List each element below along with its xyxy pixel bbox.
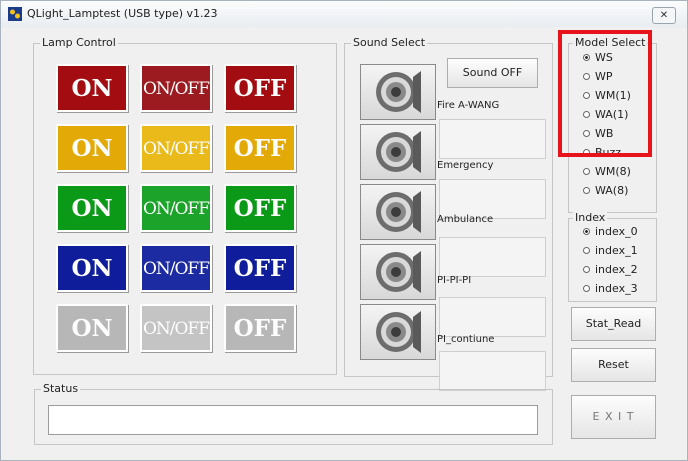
status-label: Status xyxy=(41,382,81,395)
model-radio[interactable]: WM(8) xyxy=(583,165,631,179)
stat-read-button[interactable]: Stat_Read xyxy=(571,307,656,341)
sound-slot xyxy=(439,237,546,277)
speaker-icon[interactable] xyxy=(360,64,436,120)
lamp-yellow-onoff-button[interactable]: ON/OFF xyxy=(140,124,212,172)
radio-circle-icon[interactable] xyxy=(583,186,590,194)
lamp-white-onoff-button[interactable]: ON/OFF xyxy=(140,304,212,352)
speaker-icon[interactable] xyxy=(360,184,436,240)
index-option-label: index_0 xyxy=(595,225,638,238)
index-radio[interactable]: index_0 xyxy=(583,225,638,239)
speaker-icon[interactable] xyxy=(360,304,436,360)
lamp-blue-onoff-button[interactable]: ON/OFF xyxy=(140,244,212,292)
status-field[interactable] xyxy=(48,405,538,435)
lamp-white-on-button[interactable]: ON xyxy=(56,304,128,352)
radio-circle-icon[interactable] xyxy=(583,167,590,175)
sound-slot xyxy=(439,179,546,219)
lamp-blue-on-button[interactable]: ON xyxy=(56,244,128,292)
lamp-green-on-button[interactable]: ON xyxy=(56,184,128,232)
lamp-yellow-off-button[interactable]: OFF xyxy=(224,124,296,172)
lamp-blue-off-button[interactable]: OFF xyxy=(224,244,296,292)
radio-circle-icon[interactable] xyxy=(583,246,590,254)
lamp-red-off-button[interactable]: OFF xyxy=(224,64,296,112)
lamp-control-label: Lamp Control xyxy=(40,36,118,49)
radio-circle-icon[interactable] xyxy=(583,265,590,273)
sound-select-label: Sound Select xyxy=(351,36,428,49)
sound-off-button[interactable]: Sound OFF xyxy=(447,58,538,88)
sound-label: PI_contiune xyxy=(437,334,495,345)
window-title: QLight_Lamptest (USB type) v1.23 xyxy=(27,7,218,20)
model-option-label: WM(8) xyxy=(595,165,631,178)
sound-slot xyxy=(439,119,546,159)
lamp-yellow-on-button[interactable]: ON xyxy=(56,124,128,172)
speaker-icon[interactable] xyxy=(360,244,436,300)
app-window: QLight_Lamptest (USB type) v1.23 ✕ Lamp … xyxy=(0,0,688,461)
lamp-white-off-button[interactable]: OFF xyxy=(224,304,296,352)
sound-label: Fire A-WANG xyxy=(437,100,500,111)
close-button[interactable]: ✕ xyxy=(652,7,676,24)
model-select-highlight-box xyxy=(558,30,652,157)
index-radio[interactable]: index_1 xyxy=(583,244,638,258)
index-option-label: index_2 xyxy=(595,263,638,276)
lamp-green-off-button[interactable]: OFF xyxy=(224,184,296,232)
title-bar: QLight_Lamptest (USB type) v1.23 ✕ xyxy=(1,1,687,27)
reset-button[interactable]: Reset xyxy=(571,348,656,382)
speaker-icon[interactable] xyxy=(360,124,436,180)
index-radio[interactable]: index_3 xyxy=(583,282,638,296)
lamp-red-on-button[interactable]: ON xyxy=(56,64,128,112)
sound-slot xyxy=(439,351,546,391)
radio-circle-icon[interactable] xyxy=(583,284,590,292)
lamp-green-onoff-button[interactable]: ON/OFF xyxy=(140,184,212,232)
index-label: Index xyxy=(573,211,608,224)
index-option-label: index_1 xyxy=(595,244,638,257)
app-icon xyxy=(8,7,22,21)
exit-button[interactable]: E X I T xyxy=(571,395,656,439)
sound-label: PI-PI-PI xyxy=(437,275,472,286)
model-option-label: WA(8) xyxy=(595,184,629,197)
model-radio[interactable]: WA(8) xyxy=(583,184,628,198)
sound-label: Emergency xyxy=(437,160,494,171)
sound-label: Ambulance xyxy=(437,214,494,225)
sound-slot xyxy=(439,297,546,337)
lamp-red-onoff-button[interactable]: ON/OFF xyxy=(140,64,212,112)
radio-circle-icon[interactable] xyxy=(583,227,590,235)
index-option-label: index_3 xyxy=(595,282,638,295)
index-radio[interactable]: index_2 xyxy=(583,263,638,277)
